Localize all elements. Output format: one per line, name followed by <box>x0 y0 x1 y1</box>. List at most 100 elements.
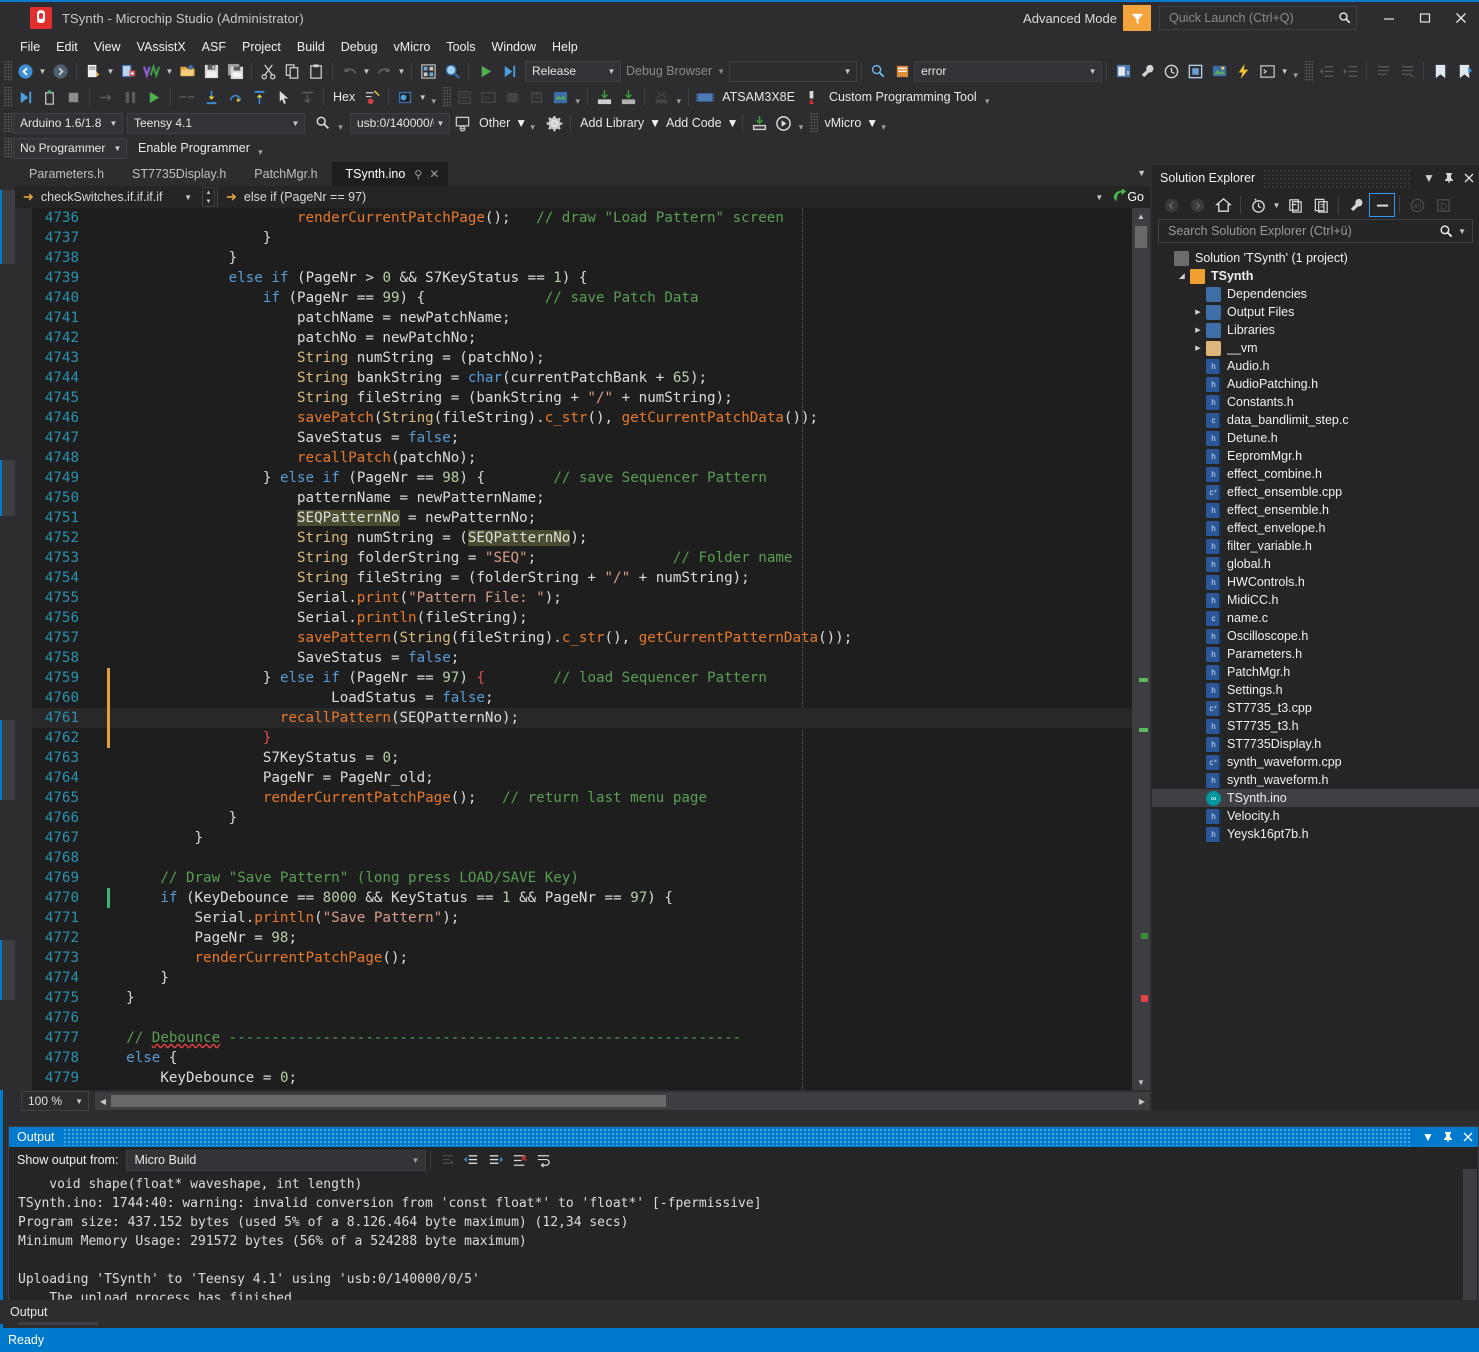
code-line[interactable]: 4776 <box>32 1008 1132 1028</box>
code-line[interactable]: 4774 } <box>32 968 1132 988</box>
code-line[interactable]: 4777 // Debounce -----------------------… <box>32 1028 1132 1048</box>
panel-menu-chevron-down-icon[interactable]: ▼ <box>1419 167 1439 189</box>
code-line[interactable]: 4761 recallPattern(SEQPatternNo); <box>32 708 1132 728</box>
vmicro-chevron-icon[interactable]: ▼ <box>866 116 878 130</box>
code-editor[interactable]: 4736 renderCurrentPatchPage(); // draw "… <box>15 208 1150 1090</box>
spinner-up-icon[interactable]: ▲ <box>203 188 214 197</box>
build-run-icon[interactable] <box>771 112 795 134</box>
code-line[interactable]: 4742 patchNo = newPatchNo; <box>32 328 1132 348</box>
go-to-previous-message-icon[interactable] <box>459 1149 483 1171</box>
step-out-icon[interactable] <box>247 86 271 108</box>
add-library-chevron-icon[interactable]: ▼ <box>649 116 661 130</box>
tree-node[interactable]: h Oscilloscope.h <box>1152 627 1479 645</box>
tree-node[interactable]: h Settings.h <box>1152 681 1479 699</box>
flash-lightning-icon[interactable] <box>1231 60 1255 82</box>
tree-node[interactable]: h Velocity.h <box>1152 807 1479 825</box>
debug-overflow-icon-4[interactable]: ▾ <box>982 86 993 108</box>
menu-item-asf[interactable]: ASF <box>194 38 234 56</box>
comment-lines-icon[interactable] <box>1371 60 1395 82</box>
output-drag-dots[interactable] <box>62 1128 1410 1146</box>
back-icon[interactable] <box>1158 193 1184 217</box>
disassembly-icon[interactable] <box>360 86 384 108</box>
scroll-down-icon[interactable]: ▼ <box>1132 1074 1150 1090</box>
code-line[interactable]: 4772 PageNr = 98; <box>32 928 1132 948</box>
menu-item-window[interactable]: Window <box>484 38 544 56</box>
scroll-left-icon[interactable]: ◀ <box>95 1097 111 1106</box>
code-line[interactable]: 4755 Serial.print("Pattern File: "); <box>32 588 1132 608</box>
solution-explorer-search-input[interactable] <box>1166 223 1440 239</box>
asf-wizard-icon[interactable] <box>1207 60 1231 82</box>
port-combo[interactable]: usb:0/140000/0/ ▼ <box>350 112 450 134</box>
output-vertical-scrollbar[interactable] <box>1463 1169 1477 1302</box>
navigate-forward-icon[interactable] <box>48 60 72 82</box>
tree-node[interactable]: h global.h <box>1152 555 1479 573</box>
go-to-next-message-icon[interactable] <box>483 1149 507 1171</box>
new-project-icon[interactable] <box>81 60 105 82</box>
tree-node[interactable]: c data_bandlimit_step.c <box>1152 411 1479 429</box>
quick-launch-input[interactable] <box>1167 10 1338 26</box>
tree-node[interactable]: h HWControls.h <box>1152 573 1479 591</box>
tree-node[interactable]: h synth_waveform.h <box>1152 771 1479 789</box>
editor-hscroll-thumb[interactable] <box>111 1095 666 1107</box>
tree-node[interactable]: h filter_variable.h <box>1152 537 1479 555</box>
tree-node[interactable]: Solution 'TSynth' (1 project) <box>1152 249 1479 267</box>
hex-label[interactable]: Hex <box>328 90 360 104</box>
tools-wrench-icon[interactable] <box>1135 60 1159 82</box>
home-icon[interactable] <box>1210 193 1236 217</box>
navigate-back-dropdown[interactable]: ▼ <box>37 60 48 82</box>
code-line[interactable]: 4753 String folderString = "SEQ"; // Fol… <box>32 548 1132 568</box>
board-search-icon[interactable] <box>311 112 335 134</box>
editor-tab-parameters-h[interactable]: Parameters.h <box>15 162 118 186</box>
editor-tab-tsynth-ino[interactable]: TSynth.ino ⚲ ✕ <box>331 162 449 186</box>
code-line[interactable]: 4749 } else if (PageNr == 98) { // save … <box>32 468 1132 488</box>
decrease-indent-icon[interactable] <box>1314 60 1338 82</box>
code-line[interactable]: 4779 KeyDebounce = 0; <box>32 1068 1132 1088</box>
previous-bookmark-icon[interactable] <box>1452 60 1476 82</box>
tree-node[interactable]: h ST7735Display.h <box>1152 735 1479 753</box>
tree-node[interactable]: h EepromMgr.h <box>1152 447 1479 465</box>
tree-node[interactable]: h AudioPatching.h <box>1152 375 1479 393</box>
clock-icon[interactable] <box>1159 60 1183 82</box>
code-line[interactable]: 4769 // Draw "Save Pattern" (long press … <box>32 868 1132 888</box>
code-line[interactable]: 4762 } <box>32 728 1132 748</box>
funnel-icon[interactable] <box>1123 5 1151 31</box>
solution-explorer-search[interactable]: ▼ <box>1158 219 1473 243</box>
solution-tree[interactable]: Solution 'TSynth' (1 project) ◢ TSynth Depe… <box>1152 249 1479 843</box>
tree-node[interactable]: h Constants.h <box>1152 393 1479 411</box>
menu-item-vassistx[interactable]: VAssistX <box>129 38 194 56</box>
properties-wrench-icon[interactable] <box>1343 193 1369 217</box>
code-lines[interactable]: 4736 renderCurrentPatchPage(); // draw "… <box>32 208 1132 1088</box>
other-chevron-icon[interactable]: ▼ <box>515 116 527 130</box>
code-line[interactable]: 4743 String numString = (patchNo); <box>32 348 1132 368</box>
member-combo[interactable]: ➜ else if (PageNr == 97) ▼ <box>218 186 1112 208</box>
collapse-all-icon[interactable] <box>1282 193 1308 217</box>
tree-node[interactable]: Dependencies <box>1152 285 1479 303</box>
pending-changes-dropdown[interactable]: ▼ <box>1271 194 1282 216</box>
code-line[interactable]: 4745 String fileString = (bankString + "… <box>32 388 1132 408</box>
pin-icon[interactable] <box>1439 167 1459 189</box>
enable-programmer-label[interactable]: Enable Programmer <box>133 141 255 155</box>
toolbar-grip-2[interactable] <box>1304 61 1314 81</box>
tree-node[interactable]: h effect_envelope.h <box>1152 519 1479 537</box>
device-chip-icon[interactable] <box>693 86 717 108</box>
error-search-combo[interactable]: error ▼ <box>914 60 1103 82</box>
continue-icon[interactable] <box>142 86 166 108</box>
twisty-collapsed-icon[interactable]: ▶ <box>1190 308 1206 316</box>
editor-tab-st7735display-h[interactable]: ST7735Display.h <box>118 162 240 186</box>
find-message-icon[interactable] <box>435 1149 459 1171</box>
toolbar-grip[interactable] <box>3 61 12 81</box>
code-line[interactable]: 4767 } <box>32 828 1132 848</box>
diagram-view-icon[interactable]: D <box>1430 193 1456 217</box>
terminal-window-icon[interactable] <box>1255 60 1279 82</box>
open-file-icon[interactable] <box>175 60 199 82</box>
code-line[interactable]: 4747 SaveStatus = false; <box>32 428 1132 448</box>
twisty-expanded-icon[interactable]: ◢ <box>1174 272 1190 280</box>
add-code-label[interactable]: Add Code <box>661 116 727 130</box>
debug-overflow-icon-3[interactable]: ▾ <box>673 86 684 108</box>
bottom-tab-output[interactable]: Output <box>0 1303 58 1321</box>
start-debug-continue-icon[interactable] <box>13 86 37 108</box>
registers-icon[interactable] <box>452 86 476 108</box>
program-device-icon[interactable] <box>592 86 616 108</box>
vertical-tab-toolbox[interactable] <box>0 190 15 264</box>
configuration-combo[interactable]: Release ▼ <box>525 60 621 82</box>
